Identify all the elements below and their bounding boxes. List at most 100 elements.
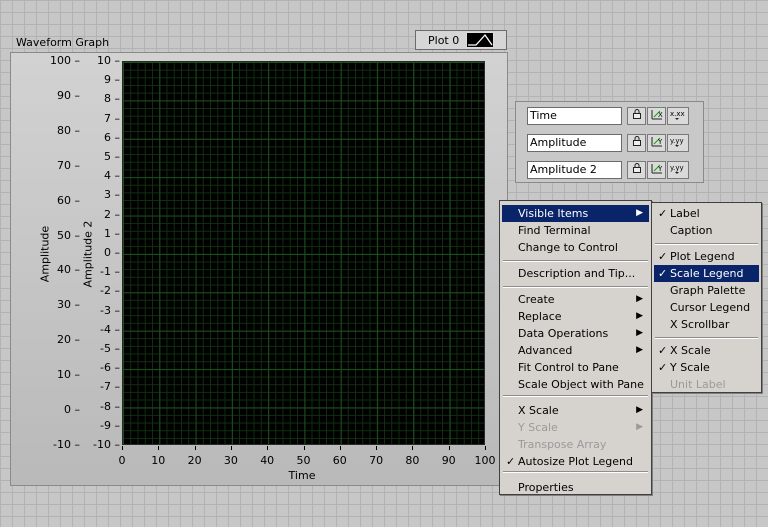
context-menu-item[interactable]: X Scale ▶: [502, 402, 649, 419]
y2-tick-label: 4 –: [104, 169, 120, 183]
check-icon: ✓: [658, 361, 668, 374]
y2-axis-label[interactable]: Amplitude 2: [82, 221, 95, 288]
y2-tick-label: -7 –: [100, 380, 120, 394]
visible-items-menu-item[interactable]: X Scrollbar: [654, 316, 759, 333]
plot-line-swatch-icon[interactable]: [466, 32, 494, 48]
scale-legend-name-field[interactable]: Amplitude 2: [527, 161, 622, 179]
context-menu-item[interactable]: Data Operations ▶: [502, 325, 649, 342]
visible-items-menu-item-label: Label: [670, 207, 700, 220]
x-axis-label[interactable]: Time: [289, 469, 316, 482]
x-tick-label: 70: [369, 454, 384, 467]
menu-separator: [503, 471, 648, 473]
context-menu-item-label: Replace: [518, 310, 562, 323]
svg-text:y.yy: y.yy: [670, 164, 684, 172]
x-tick-label: 40: [260, 454, 275, 467]
visible-items-menu-item-label: Cursor Legend: [670, 301, 751, 314]
y2-tick-label: 7 –: [104, 111, 120, 125]
autoscale-icon[interactable]: X: [647, 107, 666, 125]
context-menu-item[interactable]: Visible Items ▶: [502, 205, 649, 222]
lock-icon[interactable]: [627, 134, 646, 152]
x-tick-label: 50: [296, 454, 311, 467]
x-tick-label: 80: [405, 454, 420, 467]
visible-items-submenu: Label ✓ Caption Plot Legend ✓ Scale Legend ✓ Gr…: [651, 202, 762, 393]
context-menu-item-label: Change to Control: [518, 241, 618, 254]
y2-tick-label: 9 –: [104, 73, 120, 87]
y-tick-label: 20 –: [57, 333, 80, 347]
context-menu-item[interactable]: Advanced ▶: [502, 342, 649, 359]
context-menu-item[interactable]: Replace ▶: [502, 308, 649, 325]
y-axis-label[interactable]: Amplitude: [39, 226, 52, 282]
x-tick-mark: [194, 446, 196, 450]
y-tick-label: 10 –: [57, 368, 80, 382]
visible-items-menu-item[interactable]: Scale Legend ✓: [654, 265, 759, 282]
visible-items-menu-item-label: Plot Legend: [670, 250, 735, 263]
visible-items-menu-item[interactable]: Graph Palette: [654, 282, 759, 299]
context-menu: Visible Items ▶ Find Terminal Change to Con…: [499, 200, 652, 495]
visible-items-menu-item[interactable]: Y Scale ✓: [654, 359, 759, 376]
autoscale-icon[interactable]: Y: [647, 161, 666, 179]
visible-items-menu-item[interactable]: X Scale ✓: [654, 342, 759, 359]
visible-items-menu-item[interactable]: Caption: [654, 222, 759, 239]
x-tick-label: 10: [151, 454, 166, 467]
svg-text:y.yy: y.yy: [670, 137, 684, 145]
context-menu-item[interactable]: Find Terminal: [502, 222, 649, 239]
y2-tick-label: -10 –: [93, 438, 120, 451]
menu-separator: [503, 260, 648, 262]
y-tick-label: 100 –: [50, 54, 80, 67]
context-menu-item-label: X Scale: [518, 404, 559, 417]
visible-items-menu-item-label: Scale Legend: [670, 267, 744, 280]
lock-icon[interactable]: [627, 161, 646, 179]
visible-items-menu-item[interactable]: Plot Legend ✓: [654, 248, 759, 265]
y2-tick-label: -6 –: [100, 361, 120, 375]
lock-icon[interactable]: [627, 107, 646, 125]
context-menu-item-label: Scale Object with Pane: [518, 378, 644, 391]
y2-tick-label: -3 –: [100, 303, 120, 317]
context-menu-item[interactable]: Create ▶: [502, 291, 649, 308]
y-tick-label: 0 –: [64, 403, 80, 417]
context-menu-item[interactable]: Change to Control: [502, 239, 649, 256]
check-icon: ✓: [506, 455, 516, 468]
context-menu-item-label: Properties: [518, 481, 574, 494]
y2-tick-label: 5 –: [104, 150, 120, 163]
context-menu-item: Y Scale ▶: [502, 419, 649, 436]
context-menu-item-label: Autosize Plot Legend: [518, 455, 634, 468]
visible-items-menu-item[interactable]: Label ✓: [654, 205, 759, 222]
y-tick-label: -10 –: [53, 438, 80, 451]
x-tick-label: 30: [223, 454, 238, 467]
y2-tick-label: 3 –: [104, 188, 120, 202]
visible-items-menu-item-label: X Scale: [670, 344, 711, 357]
context-menu-item-label: Data Operations: [518, 327, 609, 340]
y2-tick-label: -8 –: [100, 399, 120, 413]
svg-text:Y: Y: [657, 138, 663, 146]
submenu-arrow-icon: ▶: [636, 405, 643, 415]
format-icon[interactable]: y.yy: [667, 134, 689, 152]
autoscale-icon[interactable]: Y: [647, 134, 666, 152]
format-icon[interactable]: y.yy: [667, 161, 689, 179]
x-tick-mark: [448, 446, 450, 450]
context-menu-item-label: Create: [518, 293, 555, 306]
y2-tick-label: -5 –: [100, 342, 120, 355]
y2-tick-label: 8 –: [104, 92, 120, 106]
x-tick-label: 20: [187, 454, 202, 467]
check-icon: ✓: [658, 344, 668, 357]
visible-items-menu-item[interactable]: Cursor Legend: [654, 299, 759, 316]
plot-area[interactable]: [122, 61, 485, 445]
context-menu-item[interactable]: Description and Tip...: [502, 265, 649, 282]
context-menu-item[interactable]: Autosize Plot Legend ✓: [502, 453, 649, 470]
visible-items-menu-item-label: Unit Label: [670, 378, 726, 391]
x-tick-label: 90: [441, 454, 456, 467]
x-tick-mark: [339, 446, 341, 450]
x-tick-mark: [267, 446, 269, 450]
submenu-arrow-icon: ▶: [636, 294, 643, 304]
context-menu-item[interactable]: Properties: [502, 479, 649, 496]
menu-separator: [655, 243, 758, 245]
scale-legend-name-field[interactable]: Time: [527, 107, 622, 125]
plot-legend-name: Plot 0: [428, 34, 460, 47]
context-menu-item[interactable]: Scale Object with Pane: [502, 376, 649, 393]
context-menu-item[interactable]: Fit Control to Pane: [502, 359, 649, 376]
scale-legend-name-field[interactable]: Amplitude: [527, 134, 622, 152]
visible-items-menu-item-label: X Scrollbar: [670, 318, 730, 331]
context-menu-item-label: Find Terminal: [518, 224, 591, 237]
y2-tick-label: 10 –: [97, 54, 120, 67]
format-icon[interactable]: x.xx: [667, 107, 689, 125]
